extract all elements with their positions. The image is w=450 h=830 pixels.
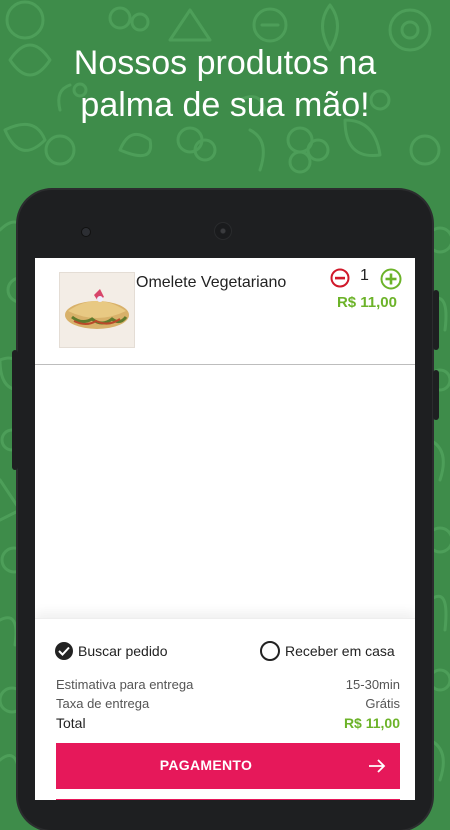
phone-side-button (433, 290, 439, 350)
delivery-label: Receber em casa (285, 643, 395, 659)
payment-button-label: PAGAMENTO (159, 757, 253, 773)
item-price: R$ 11,00 (336, 294, 397, 311)
headline-line-2: palma de sua mão! (80, 86, 370, 124)
estimate-value: 15-30min (345, 677, 400, 692)
delivery-fee-value: Grátis (365, 696, 400, 711)
order-summary: Buscar pedido Receber em casa Estimativa… (35, 618, 415, 800)
delivery-option[interactable]: Receber em casa (260, 639, 395, 663)
headline: Nossos produtos na palma de sua mão! (0, 42, 450, 126)
cart-list-area (35, 365, 415, 615)
item-quantity: 1 (360, 267, 369, 284)
app-screen: Omelete Vegetariano 1 R$ 11,00 Buscar pe… (35, 258, 415, 800)
omelette-image (59, 272, 135, 348)
phone-side-button (433, 370, 439, 420)
phone-side-button (12, 350, 18, 470)
pickup-label: Buscar pedido (78, 643, 168, 659)
total-label: Total (56, 715, 86, 731)
total-value: R$ 11,00 (343, 715, 400, 731)
headline-line-1: Nossos produtos na (73, 44, 377, 82)
decrease-quantity-icon[interactable] (330, 268, 350, 288)
delivery-fee-label: Taxa de entrega (56, 696, 150, 711)
phone-speaker (214, 222, 232, 240)
cart-item: Omelete Vegetariano 1 R$ 11,00 (35, 258, 415, 364)
estimate-row: Estimativa para entrega 15-30min (56, 677, 400, 696)
item-name: Omelete Vegetariano (136, 274, 287, 291)
radio-unchecked-icon[interactable] (260, 641, 280, 661)
increase-quantity-icon[interactable] (380, 268, 402, 290)
total-row: Total R$ 11,00 (56, 715, 400, 734)
delivery-fee-row: Taxa de entrega Grátis (56, 696, 400, 715)
payment-button[interactable]: PAGAMENTO (56, 743, 400, 789)
checkmark-icon[interactable] (55, 642, 73, 660)
arrow-right-icon (369, 759, 386, 773)
phone-camera (82, 228, 90, 236)
pickup-option[interactable]: Buscar pedido (55, 639, 168, 663)
estimate-label: Estimativa para entrega (56, 677, 194, 692)
